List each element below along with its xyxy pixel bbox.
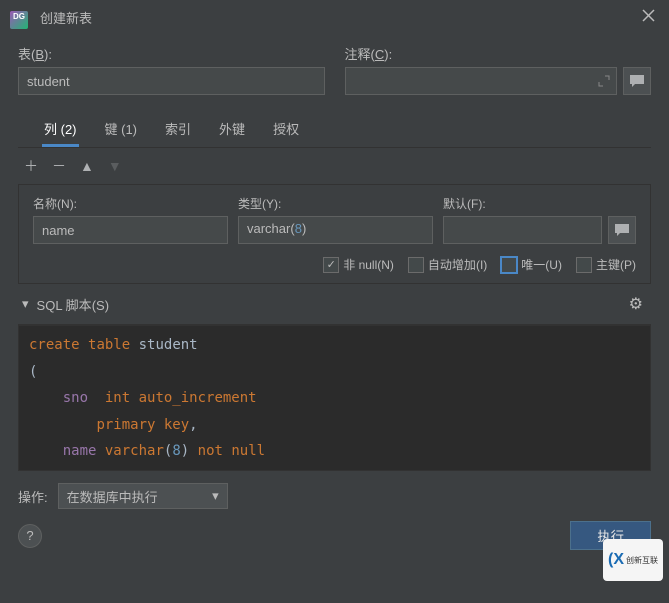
checkbox-primary-key[interactable]: 主键(P): [576, 256, 636, 273]
column-name-input[interactable]: [33, 216, 228, 244]
column-type-input[interactable]: [238, 216, 433, 244]
tab-keys[interactable]: 键 (1): [103, 113, 140, 147]
name-label: 名称(N):: [33, 195, 228, 212]
watermark: (X创新互联: [603, 539, 663, 581]
dialog-title: 创建新表: [40, 8, 638, 27]
expand-icon: [598, 75, 610, 87]
comment-detail-button[interactable]: [623, 67, 651, 95]
sql-section-header[interactable]: ▾ SQL 脚本(S) ⚙: [18, 284, 651, 320]
comment-input[interactable]: [345, 67, 618, 95]
chevron-down-icon: ▾: [212, 488, 219, 504]
tabs: 列 (2) 键 (1) 索引 外键 授权: [18, 113, 651, 148]
action-label: 操作:: [18, 487, 48, 506]
add-icon[interactable]: ＋: [24, 156, 38, 176]
close-icon[interactable]: [638, 5, 659, 29]
column-default-input[interactable]: [443, 216, 602, 244]
tab-indexes[interactable]: 索引: [163, 113, 193, 147]
column-toolbar: ＋ － ▲ ▼: [18, 148, 651, 184]
checkbox-not-null[interactable]: 非 null(N): [323, 256, 394, 273]
type-label: 类型(Y):: [238, 195, 433, 212]
speech-icon: [614, 223, 630, 237]
comment-label: 注释(C):: [345, 44, 652, 63]
sql-preview[interactable]: create table student ( sno int auto_incr…: [18, 325, 651, 471]
move-up-icon[interactable]: ▲: [80, 158, 94, 174]
action-select[interactable]: 在数据库中执行 ▾: [58, 483, 228, 509]
remove-icon[interactable]: －: [52, 156, 66, 176]
tab-foreign-keys[interactable]: 外键: [217, 113, 247, 147]
move-down-icon[interactable]: ▼: [108, 158, 122, 174]
default-detail-button[interactable]: [608, 216, 636, 244]
checkbox-unique[interactable]: 唯一(U): [501, 256, 562, 273]
column-edit-panel: 名称(N): 类型(Y): varchar(8) 默认(F):: [18, 184, 651, 284]
checkbox-auto-increment[interactable]: 自动增加(I): [408, 256, 487, 273]
table-name-input[interactable]: [18, 67, 325, 95]
chevron-down-icon: ▾: [22, 296, 29, 312]
tab-grants[interactable]: 授权: [271, 113, 301, 147]
gear-icon[interactable]: ⚙: [629, 294, 643, 314]
sql-section-label: SQL 脚本(S): [37, 295, 110, 314]
default-label: 默认(F):: [443, 195, 636, 212]
help-button[interactable]: ?: [18, 524, 42, 548]
table-label: 表(B):: [18, 44, 325, 63]
app-icon: DG: [10, 7, 30, 27]
speech-icon: [629, 74, 645, 88]
tab-columns[interactable]: 列 (2): [42, 113, 79, 147]
